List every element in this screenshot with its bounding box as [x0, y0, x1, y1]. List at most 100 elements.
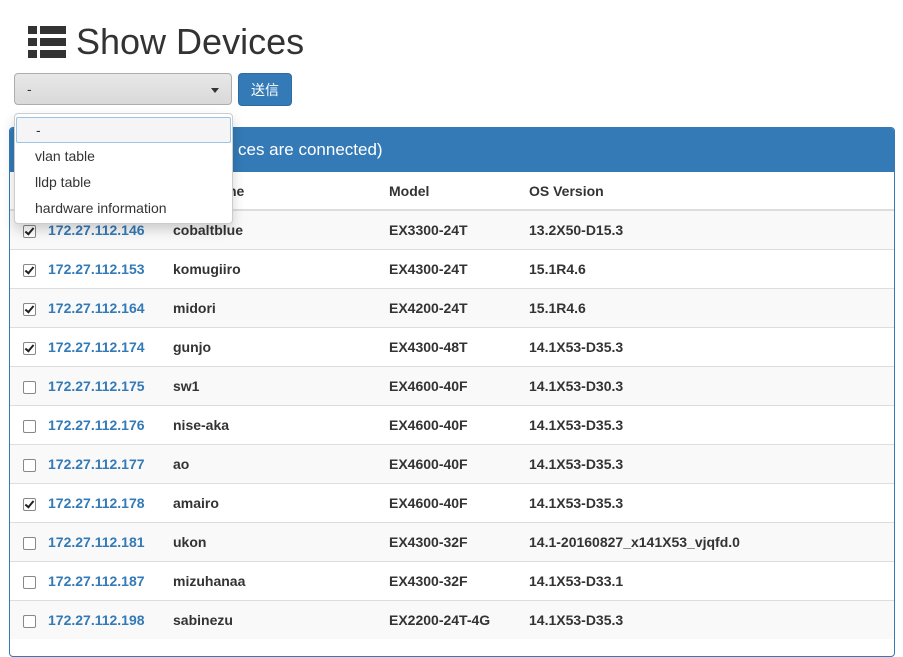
action-dropdown-menu: - vlan table lldp table hardware informa… — [14, 113, 233, 224]
device-ip-link[interactable]: 172.27.112.178 — [48, 495, 145, 511]
ip-cell: 172.27.112.176 — [48, 405, 170, 445]
device-os-version: 15.1R4.6 — [529, 249, 894, 289]
column-header-model: Model — [389, 172, 529, 211]
row-checkbox[interactable] — [22, 458, 36, 472]
table-row: 172.27.112.153 komugiiro EX4300-24T 15.1R4.… — [10, 249, 894, 289]
ip-cell: 172.27.112.153 — [48, 249, 170, 289]
ip-cell: 172.27.112.177 — [48, 444, 170, 484]
row-checkbox[interactable] — [22, 341, 36, 355]
device-hostname: mizuhanaa — [173, 573, 246, 589]
row-select-cell — [10, 600, 48, 639]
row-checkbox[interactable] — [22, 224, 36, 238]
row-checkbox[interactable] — [22, 575, 36, 589]
device-hostname: nise-aka — [173, 417, 230, 433]
row-select-cell — [10, 366, 48, 406]
row-select-cell — [10, 444, 48, 484]
row-checkbox[interactable] — [22, 263, 36, 277]
row-checkbox[interactable] — [22, 497, 36, 511]
device-model: EX4300-24T — [389, 249, 529, 289]
device-ip-link[interactable]: 172.27.112.146 — [48, 222, 145, 238]
ip-cell: 172.27.112.178 — [48, 483, 170, 523]
ip-cell: 172.27.112.174 — [48, 327, 170, 367]
device-os-version: 14.1X53-D33.1 — [529, 561, 894, 601]
table-row: 172.27.112.178 amairo EX4600-40F 14.1X53-D3… — [10, 483, 894, 523]
device-hostname: sw1 — [173, 378, 200, 394]
ip-cell: 172.27.112.181 — [48, 522, 170, 562]
row-select-cell — [10, 561, 48, 601]
device-ip-link[interactable]: 172.27.112.177 — [48, 456, 145, 472]
row-checkbox[interactable] — [22, 614, 36, 628]
column-header-os: OS Version — [529, 172, 894, 211]
hostname-cell: ukon — [170, 522, 389, 562]
device-ip-link[interactable]: 172.27.112.175 — [48, 378, 145, 394]
page-title: Show Devices — [28, 20, 304, 64]
row-select-cell — [10, 483, 48, 523]
row-checkbox[interactable] — [22, 536, 36, 550]
page-title-text: Show Devices — [76, 21, 305, 62]
ip-cell: 172.27.112.198 — [48, 600, 170, 639]
row-checkbox[interactable] — [22, 419, 36, 433]
device-model: EX4300-32F — [389, 561, 529, 601]
dropdown-option[interactable]: hardware information — [15, 195, 232, 221]
devices-table: ne Model OS Version 172.27.112.146 cobalt… — [10, 172, 894, 639]
device-os-version: 14.1X53-D35.3 — [529, 600, 894, 639]
ip-cell: 172.27.112.187 — [48, 561, 170, 601]
device-hostname: cobaltblue — [173, 222, 244, 238]
device-hostname: komugiiro — [173, 261, 241, 277]
device-model: EX4600-40F — [389, 444, 529, 484]
hostname-cell: sw1 — [170, 366, 389, 406]
table-row: 172.27.112.181 ukon EX4300-32F 14.1-2016082… — [10, 522, 894, 562]
table-row: 172.27.112.164 midori EX4200-24T 15.1R4.6 — [10, 288, 894, 328]
action-select[interactable]: - — [14, 73, 232, 105]
table-row: 172.27.112.174 gunjo EX4300-48T 14.1X53-D35… — [10, 327, 894, 367]
dropdown-option[interactable]: - — [16, 117, 231, 143]
device-ip-link[interactable]: 172.27.112.153 — [48, 261, 145, 277]
row-select-cell — [10, 522, 48, 562]
device-model: EX3300-24T — [389, 209, 529, 250]
device-hostname: gunjo — [173, 339, 212, 355]
device-hostname: amairo — [173, 495, 219, 511]
row-checkbox[interactable] — [22, 380, 36, 394]
submit-button[interactable]: 送信 — [238, 73, 292, 106]
hostname-cell: komugiiro — [170, 249, 389, 289]
device-ip-link[interactable]: 172.27.112.181 — [48, 534, 145, 550]
device-ip-link[interactable]: 172.27.112.164 — [48, 300, 145, 316]
hostname-cell: gunjo — [170, 327, 389, 367]
device-hostname: midori — [173, 300, 216, 316]
dropdown-option[interactable]: lldp table — [15, 169, 232, 195]
device-hostname: ukon — [173, 534, 207, 550]
device-os-version: 14.1X53-D35.3 — [529, 444, 894, 484]
table-row: 172.27.112.198 sabinezu EX2200-24T-4G 14.1X… — [10, 600, 894, 639]
hostname-cell: midori — [170, 288, 389, 328]
dropdown-option[interactable]: vlan table — [15, 143, 232, 169]
device-ip-link[interactable]: 172.27.112.187 — [48, 573, 145, 589]
hostname-cell: nise-aka — [170, 405, 389, 445]
hostname-cell: mizuhanaa — [170, 561, 389, 601]
device-ip-link[interactable]: 172.27.112.198 — [48, 612, 145, 628]
table-row: 172.27.112.187 mizuhanaa EX4300-32F 14.1X53… — [10, 561, 894, 601]
row-select-cell — [10, 249, 48, 289]
ip-cell: 172.27.112.175 — [48, 366, 170, 406]
row-select-cell — [10, 405, 48, 445]
row-select-cell — [10, 327, 48, 367]
device-hostname: ao — [173, 456, 190, 472]
device-hostname: sabinezu — [173, 612, 233, 628]
device-os-version: 14.1-20160827_x141X53_vjqfd.0 — [529, 522, 894, 562]
device-os-version: 14.1X53-D35.3 — [529, 405, 894, 445]
device-ip-link[interactable]: 172.27.112.174 — [48, 339, 145, 355]
chevron-down-icon — [211, 88, 219, 93]
device-os-version: 14.1X53-D35.3 — [529, 327, 894, 367]
hostname-cell: sabinezu — [170, 600, 389, 639]
device-model: EX2200-24T-4G — [389, 600, 529, 639]
row-checkbox[interactable] — [22, 302, 36, 316]
ip-cell: 172.27.112.164 — [48, 288, 170, 328]
device-model: EX4300-32F — [389, 522, 529, 562]
table-row: 172.27.112.176 nise-aka EX4600-40F 14.1X53-… — [10, 405, 894, 445]
action-select-value: - — [27, 81, 32, 97]
device-ip-link[interactable]: 172.27.112.176 — [48, 417, 145, 433]
row-select-cell — [10, 288, 48, 328]
device-os-version: 15.1R4.6 — [529, 288, 894, 328]
list-icon — [28, 26, 66, 58]
device-os-version: 13.2X50-D15.3 — [529, 209, 894, 250]
device-model: EX4600-40F — [389, 366, 529, 406]
